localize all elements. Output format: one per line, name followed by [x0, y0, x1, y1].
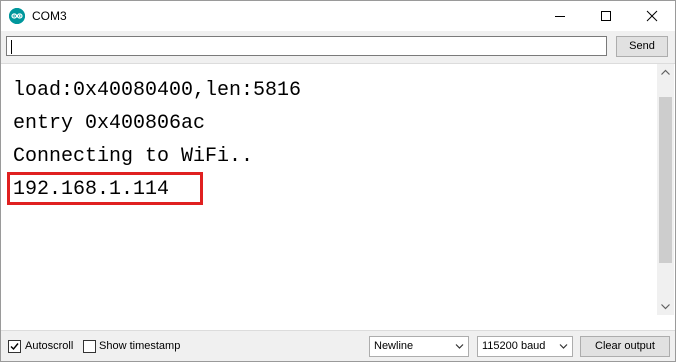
close-button[interactable] [629, 1, 675, 31]
text-caret [11, 40, 12, 54]
window-title: COM3 [32, 9, 67, 23]
output-line: load:0x40080400,len:5816 [13, 79, 302, 102]
serial-input[interactable] [6, 36, 607, 56]
chevron-down-icon [455, 343, 464, 350]
scroll-down-button[interactable] [657, 298, 674, 315]
line-ending-select[interactable]: Newline [369, 336, 469, 357]
ip-highlight-box [7, 172, 203, 205]
send-row: Send [1, 31, 675, 63]
scroll-thumb[interactable] [659, 97, 672, 263]
vertical-scrollbar[interactable] [657, 64, 674, 315]
baud-rate-value: 115200 baud [482, 340, 546, 352]
send-button[interactable]: Send [616, 36, 668, 57]
minimize-icon [555, 16, 565, 17]
arduino-icon [9, 8, 25, 24]
chevron-up-icon [661, 69, 670, 75]
serial-output: load:0x40080400,len:5816 entry 0x400806a… [1, 63, 675, 330]
scroll-up-button[interactable] [657, 64, 674, 81]
baud-rate-select[interactable]: 115200 baud [477, 336, 573, 357]
show-timestamp-checkbox[interactable] [83, 340, 96, 353]
close-icon [646, 10, 658, 22]
checkmark-icon [10, 343, 19, 351]
output-bottom-gap [1, 315, 675, 330]
title-bar: COM3 [1, 1, 675, 31]
chevron-down-icon [661, 304, 670, 310]
autoscroll-checkbox[interactable] [8, 340, 21, 353]
line-ending-value: Newline [374, 340, 414, 352]
status-bar: Autoscroll Show timestamp Newline 115200… [1, 330, 675, 361]
serial-monitor-window: COM3 Send load:0x40080400,len:5816 entry… [0, 0, 676, 362]
maximize-button[interactable] [583, 1, 629, 31]
clear-output-button[interactable]: Clear output [580, 336, 670, 357]
chevron-down-icon [559, 343, 568, 350]
output-line: entry 0x400806ac [13, 112, 206, 135]
show-timestamp-label: Show timestamp [99, 340, 181, 352]
autoscroll-label: Autoscroll [25, 340, 74, 352]
maximize-icon [601, 11, 611, 21]
minimize-button[interactable] [537, 1, 583, 31]
output-line: Connecting to WiFi.. [13, 145, 254, 168]
